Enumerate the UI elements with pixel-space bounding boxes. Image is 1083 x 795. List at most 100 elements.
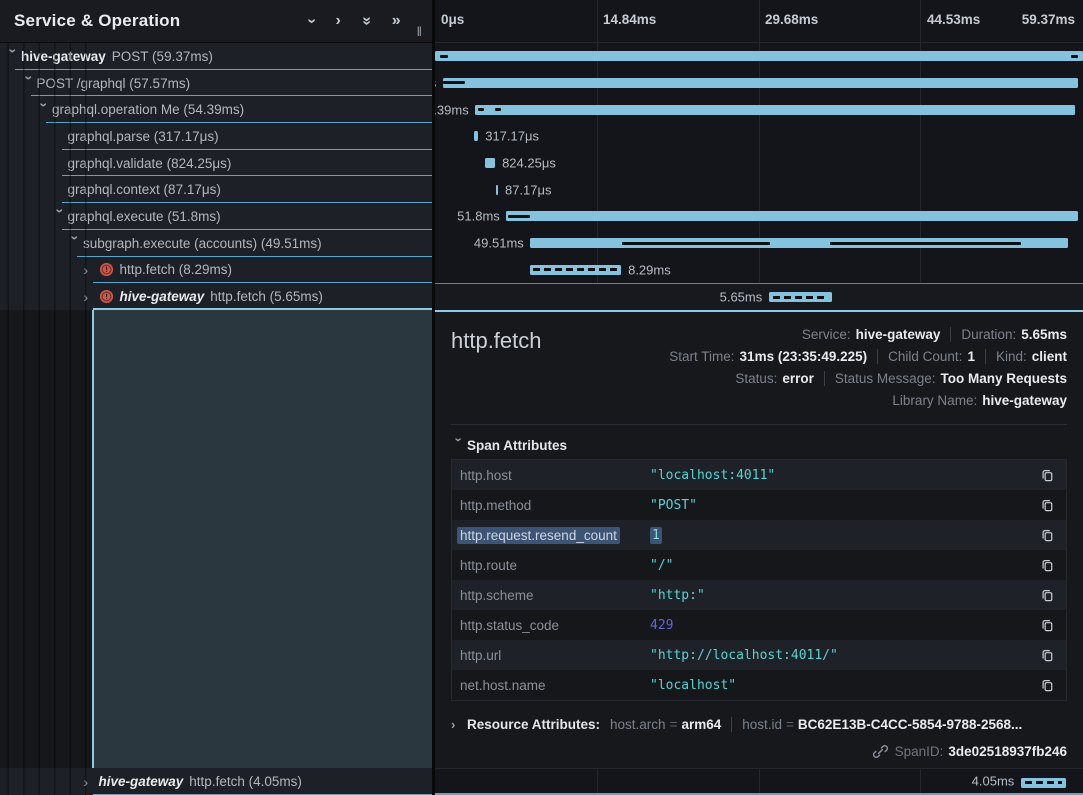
attribute-key: http.scheme: [460, 588, 650, 603]
timeline-row: [435, 43, 1083, 70]
bar-duration-label: 57.57ms: [435, 76, 436, 91]
service-name: hive-gateway: [120, 289, 205, 304]
self-time-mark: [622, 242, 770, 245]
resource-attributes-row[interactable]: › Resource Attributes: host.arch=arm64ho…: [451, 713, 1067, 736]
copy-icon[interactable]: [1038, 616, 1056, 634]
pane-resize-handle[interactable]: ‖: [415, 24, 424, 42]
span-details-panel: http.fetch Service:hive-gatewayDuration:…: [435, 310, 1083, 768]
meta-line: Status:errorStatus Message:Too Many Requ…: [735, 368, 1067, 390]
meta-label: Library Name:: [892, 393, 977, 408]
span-bar[interactable]: [506, 211, 1078, 221]
resource-pair: host.id=BC62E13B-C4CC-5854-9788-2568...: [742, 717, 1022, 732]
span-name-duration: http.fetch (5.65ms): [210, 289, 323, 304]
attribute-row: http.host"localhost:4011": [452, 460, 1066, 490]
self-time-mark: [495, 108, 501, 111]
collapse-all-icon[interactable]: »: [358, 17, 374, 26]
meta-label: Status Message:: [835, 371, 936, 386]
timeline-rows: 57.57ms54.39ms317.17μs824.25μs87.17μs51.…: [435, 43, 1083, 310]
span-bar[interactable]: [496, 185, 498, 195]
copy-icon[interactable]: [1038, 676, 1056, 694]
span-attributes-section-header[interactable]: › Span Attributes: [451, 431, 1067, 459]
meta-divider: [877, 349, 878, 364]
attribute-row: http.request.resend_count1: [452, 520, 1066, 550]
bar-duration-label: 5.65ms: [720, 290, 763, 305]
chevron-down-icon[interactable]: ›: [38, 102, 52, 117]
span-bar[interactable]: [435, 51, 1083, 61]
resource-value: arm64: [681, 717, 721, 732]
bar-duration-label: 51.8ms: [457, 209, 500, 224]
expand-all-icon[interactable]: »: [392, 13, 401, 29]
tree-row[interactable]: graphql.validate (824.25μs): [0, 150, 432, 177]
link-icon[interactable]: [872, 743, 889, 760]
copy-icon[interactable]: [1038, 556, 1056, 574]
meta-line: Library Name:hive-gateway: [892, 390, 1067, 412]
bar-duration-label: 49.51ms: [474, 236, 524, 251]
span-name-duration: POST /graphql (57.57ms): [37, 76, 191, 91]
attribute-key: net.host.name: [460, 678, 650, 693]
tree-row[interactable]: ›POST /graphql (57.57ms): [0, 70, 432, 97]
tree-row[interactable]: ›subgraph.execute (accounts) (49.51ms): [0, 230, 432, 257]
tree-row[interactable]: ›graphql.operation Me (54.39ms): [0, 96, 432, 123]
tree-row[interactable]: graphql.context (87.17μs): [0, 176, 432, 203]
attribute-value: "localhost:4011": [650, 468, 775, 483]
chevron-down-icon[interactable]: ›: [22, 76, 36, 91]
tree-row[interactable]: ›hive-gatewayPOST (59.37ms): [0, 43, 432, 70]
copy-icon[interactable]: [1038, 526, 1056, 544]
span-bar[interactable]: [474, 131, 478, 141]
copy-icon[interactable]: [1038, 646, 1056, 664]
self-time-mark: [508, 215, 530, 218]
meta-value: 31ms (23:35:49.225): [740, 349, 868, 364]
collapse-one-icon[interactable]: ›: [304, 18, 320, 23]
copy-icon[interactable]: [1038, 496, 1056, 514]
timeline-row: 57.57ms: [435, 70, 1083, 97]
span-name-duration: graphql.parse (317.17μs): [68, 129, 219, 144]
attribute-key: http.request.resend_count: [460, 528, 650, 543]
span-bar[interactable]: [443, 78, 1078, 88]
meta-value: Too Many Requests: [940, 371, 1067, 386]
span-tree-rows-bottom: ›hive-gatewayhttp.fetch (4.05ms): [0, 768, 432, 795]
attribute-key: http.host: [460, 468, 650, 483]
meta-label: Service:: [802, 327, 851, 342]
span-name-duration: graphql.context (87.17μs): [68, 182, 221, 197]
copy-icon[interactable]: [1038, 466, 1056, 484]
span-bar[interactable]: [485, 158, 495, 168]
resource-pair: host.arch=arm64: [610, 717, 721, 732]
tree-row[interactable]: graphql.parse (317.17μs): [0, 123, 432, 150]
attribute-value: "http://localhost:4011/": [650, 648, 838, 663]
error-icon: [99, 262, 114, 277]
tree-toolbar: › › » »: [309, 13, 400, 29]
tree-row[interactable]: ›hive-gatewayhttp.fetch (4.05ms): [0, 768, 432, 795]
child-spans-mark: [1025, 781, 1063, 784]
tree-row[interactable]: ›http.fetch (8.29ms): [0, 257, 432, 284]
axis-tick-label: 44.53ms: [927, 12, 980, 27]
chevron-right-icon[interactable]: ›: [84, 775, 99, 789]
chevron-right-icon[interactable]: ›: [84, 290, 99, 304]
tree-row[interactable]: › hive-gateway http.fetch (5.65ms): [0, 283, 432, 310]
chevron-down-icon[interactable]: ›: [453, 437, 466, 453]
span-bar[interactable]: [475, 105, 1075, 115]
attribute-value: "/": [650, 558, 673, 573]
attribute-value: "POST": [650, 498, 697, 513]
span-name-duration: http.fetch (4.05ms): [189, 774, 302, 789]
tree-row[interactable]: ›graphql.execute (51.8ms): [0, 203, 432, 230]
attribute-row: http.url"http://localhost:4011/": [452, 640, 1066, 670]
section-title: Span Attributes: [467, 438, 567, 453]
chevron-right-icon[interactable]: ›: [451, 718, 467, 731]
chevron-down-icon[interactable]: ›: [7, 49, 21, 64]
span-meta: Service:hive-gatewayDuration:5.65msStart…: [669, 324, 1067, 412]
expand-one-icon[interactable]: ›: [335, 13, 340, 29]
axis-tick-label: 0μs: [441, 12, 464, 27]
attribute-key: http.status_code: [460, 618, 650, 633]
meta-line: Service:hive-gatewayDuration:5.65ms: [802, 324, 1067, 346]
chevron-down-icon[interactable]: ›: [53, 209, 67, 224]
span-name-duration: POST (59.37ms): [112, 49, 213, 64]
timeline-axis: 0μs14.84ms29.68ms44.53ms59.37ms: [435, 0, 1083, 43]
span-id-value: 3de02518937fb246: [948, 744, 1067, 759]
span-name-duration: graphql.execute (51.8ms): [68, 209, 221, 224]
copy-icon[interactable]: [1038, 586, 1056, 604]
timeline-row: 87.17μs: [435, 176, 1083, 203]
chevron-down-icon[interactable]: ›: [69, 236, 83, 251]
resource-value: BC62E13B-C4CC-5854-9788-2568...: [798, 717, 1022, 732]
chevron-right-icon[interactable]: ›: [84, 263, 99, 277]
attribute-row: http.method"POST": [452, 490, 1066, 520]
